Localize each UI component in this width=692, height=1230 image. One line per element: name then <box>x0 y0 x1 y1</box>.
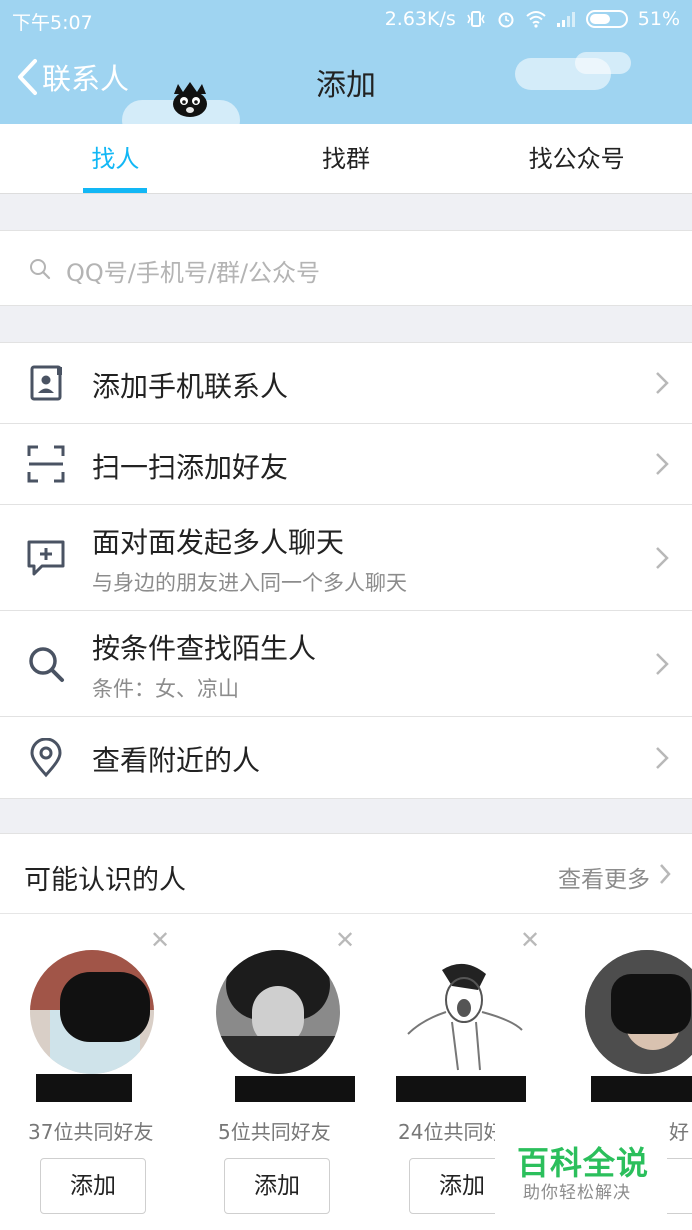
status-bar: 下午5:07 2.63K/s 51% <box>0 0 692 38</box>
scan-icon <box>27 445 65 483</box>
meme-avatar-image <box>407 963 523 1071</box>
person-card: ✕ 37位共同好友 添加 <box>0 926 185 1226</box>
add-options-list: 添加手机联系人 扫一扫添加好友 面对面发起多人聊天 与身边的朋友进入同一个多人聊… <box>0 342 692 799</box>
chevron-right-icon <box>656 372 669 394</box>
tab-label: 找人 <box>91 145 140 173</box>
network-speed: 2.63K/s <box>384 8 456 30</box>
chevron-right-icon <box>656 652 669 675</box>
mutual-friends: 好 <box>669 1120 689 1144</box>
search-icon <box>29 646 64 682</box>
chat-plus-icon <box>27 540 65 575</box>
status-indicators: 2.63K/s 51% <box>385 8 680 30</box>
menu-item-title: 面对面发起多人聊天 <box>92 526 345 559</box>
vibrate-icon <box>467 11 485 27</box>
redacted-name <box>396 1076 526 1102</box>
close-icon[interactable]: ✕ <box>520 926 540 954</box>
menu-item-title: 查看附近的人 <box>92 744 261 777</box>
menu-item-subtitle: 条件：女、凉山 <box>92 677 239 701</box>
tab-find-people[interactable]: 找人 <box>0 124 231 193</box>
signal-icon <box>556 12 575 27</box>
redacted-name <box>591 1076 692 1102</box>
watermark-subtitle: 助你轻松解决 <box>523 1183 631 1203</box>
add-friend-button[interactable]: 添加 <box>40 1158 146 1214</box>
redacted-name <box>36 1074 132 1102</box>
mutual-friends: 37位共同好友 <box>28 1120 154 1144</box>
battery-level: 51% <box>637 8 680 30</box>
menu-item-face-to-face-chat[interactable]: 面对面发起多人聊天 与身边的朋友进入同一个多人聊天 <box>0 505 692 611</box>
menu-item-title: 扫一扫添加好友 <box>92 451 289 484</box>
section-title: 可能认识的人 <box>24 865 186 896</box>
wifi-icon <box>526 11 546 28</box>
close-icon[interactable]: ✕ <box>335 926 355 954</box>
menu-item-nearby-people[interactable]: 查看附近的人 <box>0 717 692 798</box>
status-time: 下午5:07 <box>12 12 93 34</box>
location-pin-icon <box>30 737 62 777</box>
avatar[interactable] <box>216 950 340 1074</box>
chevron-right-icon <box>656 746 669 769</box>
section-header: 可能认识的人 查看更多 <box>0 834 692 914</box>
menu-item-search-strangers[interactable]: 按条件查找陌生人 条件：女、凉山 <box>0 611 692 717</box>
tab-label: 找群 <box>322 145 370 173</box>
mutual-friends: 5位共同好友 <box>218 1120 331 1144</box>
mascot-icon <box>173 82 207 117</box>
tab-find-groups[interactable]: 找群 <box>231 124 462 193</box>
person-card: ✕ 5位共同好友 添加 <box>185 926 370 1226</box>
contact-card-icon <box>30 365 62 401</box>
watermark-logo: 百科全说 助你轻松解决 <box>495 1118 667 1230</box>
chevron-right-icon <box>660 864 671 884</box>
chevron-right-icon <box>656 453 669 475</box>
menu-item-title: 添加手机联系人 <box>92 370 289 403</box>
battery-icon <box>585 10 628 28</box>
menu-item-scan[interactable]: 扫一扫添加好友 <box>0 424 692 505</box>
search-placeholder: QQ号/手机号/群/公众号 <box>66 259 321 287</box>
tab-find-official-accounts[interactable]: 找公众号 <box>461 124 692 193</box>
avatar[interactable] <box>30 950 154 1074</box>
tab-active-indicator <box>83 188 148 193</box>
mutual-friends: 24位共同好 <box>398 1120 504 1144</box>
view-more-link[interactable]: 查看更多 <box>558 860 650 894</box>
menu-item-subtitle: 与身边的朋友进入同一个多人聊天 <box>92 571 407 595</box>
redacted-name <box>235 1076 355 1102</box>
menu-item-add-phone-contacts[interactable]: 添加手机联系人 <box>0 343 692 424</box>
menu-item-title: 按条件查找陌生人 <box>92 632 317 665</box>
chevron-right-icon <box>656 546 669 569</box>
tab-bar: 找人 找群 找公众号 <box>0 124 692 194</box>
search-input[interactable]: QQ号/手机号/群/公众号 <box>0 230 692 306</box>
alarm-icon <box>498 12 514 28</box>
add-friend-button[interactable]: 添加 <box>224 1158 330 1214</box>
avatar[interactable] <box>585 950 692 1074</box>
avatar[interactable] <box>402 950 526 1074</box>
header: 下午5:07 2.63K/s 51% 联系人 添加 <box>0 0 692 124</box>
page-title: 添加 <box>316 68 376 103</box>
tab-label: 找公众号 <box>528 145 625 173</box>
search-icon <box>30 259 51 280</box>
